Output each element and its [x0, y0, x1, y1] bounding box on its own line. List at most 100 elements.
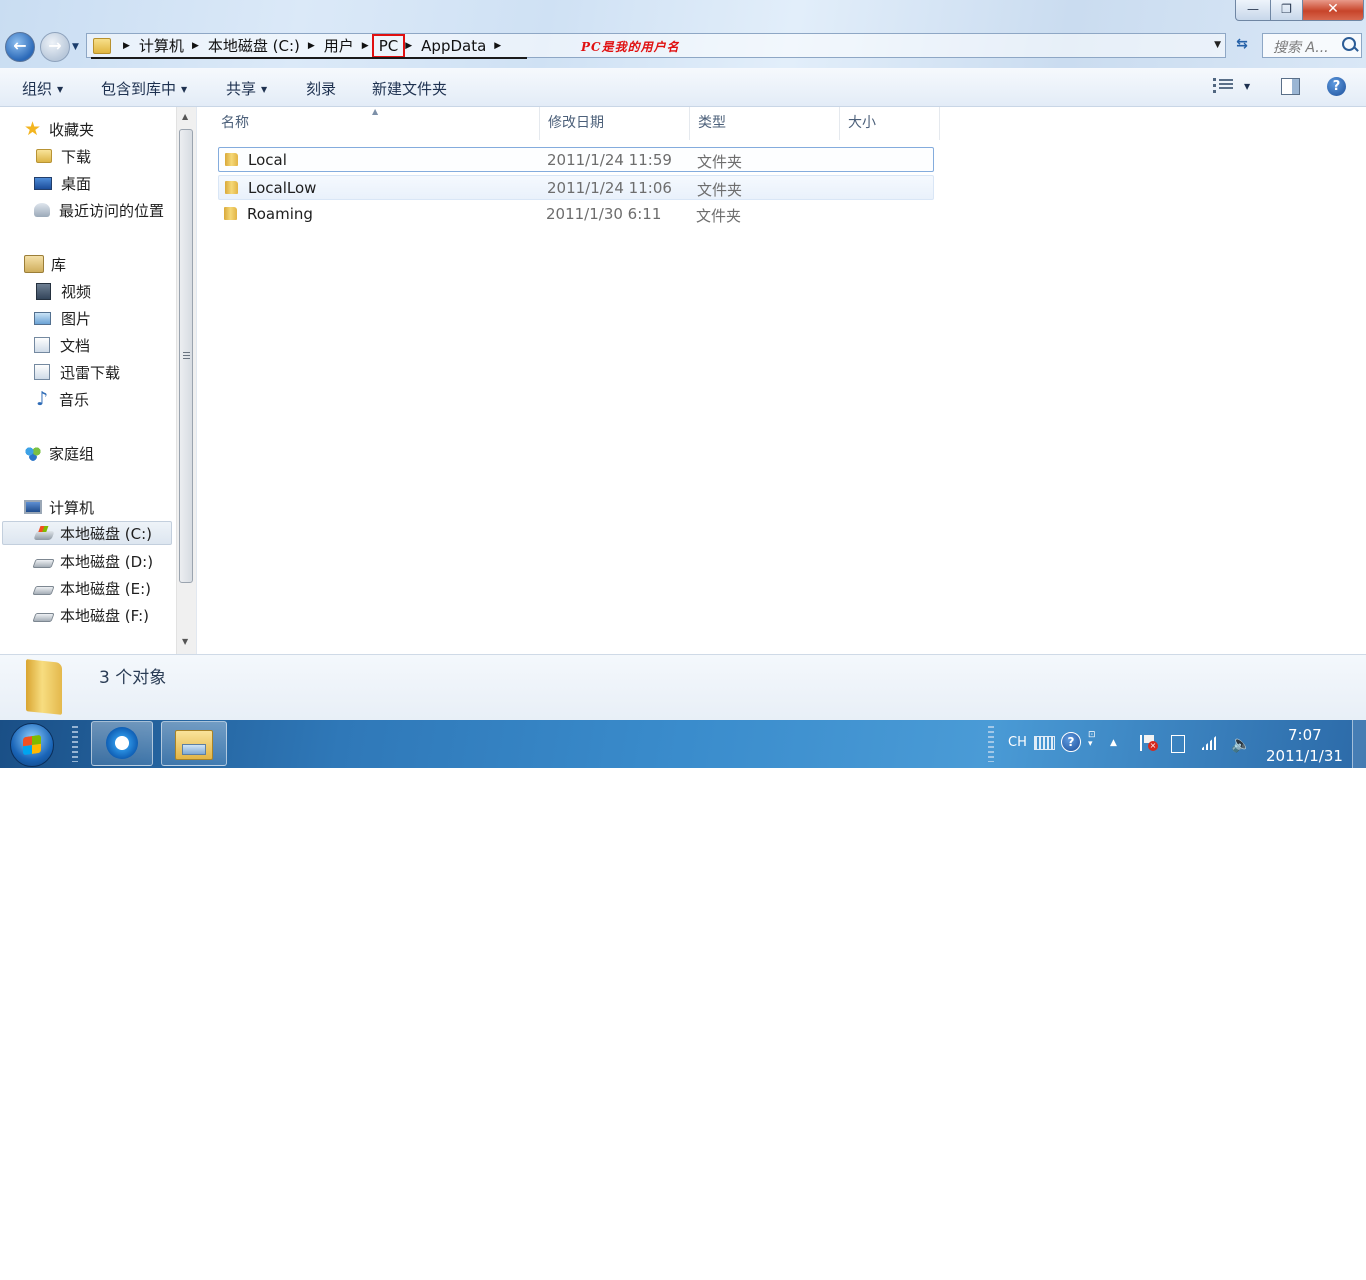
taskbar — [0, 720, 1366, 768]
battery-icon[interactable] — [1171, 735, 1185, 753]
help-icon[interactable]: ? — [1061, 732, 1081, 752]
nav-label: 家庭组 — [49, 444, 95, 463]
new-folder-button[interactable]: 新建文件夹 — [372, 78, 447, 99]
options-icon[interactable]: ⊡ ▾ — [1088, 731, 1098, 751]
nav-documents[interactable]: 文档 — [34, 333, 90, 357]
organize-menu[interactable]: 组织 ▼ — [22, 78, 63, 99]
minimize-button[interactable]: — — [1235, 0, 1271, 21]
keyboard-icon[interactable] — [1034, 736, 1055, 750]
folder-icon — [225, 181, 238, 194]
refresh-button[interactable]: ⇆ — [1230, 36, 1254, 56]
chevron-right-icon[interactable]: ▶ — [300, 41, 324, 51]
include-in-library-menu[interactable]: 包含到库中 ▼ — [101, 78, 187, 99]
search-input[interactable]: 搜索 A... — [1262, 33, 1362, 58]
downloads-folder-icon — [36, 149, 52, 163]
nav-desktop[interactable]: 桌面 — [34, 171, 91, 195]
scroll-thumb[interactable] — [179, 129, 193, 583]
breadcrumb-appdata[interactable]: AppData — [421, 37, 486, 55]
item-count: 3 个对象 — [99, 668, 167, 688]
language-indicator[interactable]: CH — [1008, 735, 1027, 750]
navigation-scrollbar[interactable]: ▲ ▼ — [176, 107, 196, 654]
nav-videos[interactable]: 视频 — [34, 279, 91, 303]
navigation-pane: 收藏夹 下载 桌面 最近访问的位置 库 视频 图片 文档 迅雷下载 音乐 家庭组… — [0, 107, 197, 654]
nav-pictures[interactable]: 图片 — [34, 306, 91, 330]
nav-drive-e[interactable]: 本地磁盘 (E:) — [32, 576, 151, 600]
file-type: 文件夹 — [696, 207, 742, 225]
taskbar-sogou-button[interactable] — [91, 721, 153, 766]
scroll-down-icon[interactable]: ▼ — [182, 637, 188, 646]
burn-button[interactable]: 刻录 — [306, 78, 336, 99]
organize-label: 组织 — [22, 80, 53, 98]
clock-time[interactable]: 7:07 — [1288, 726, 1322, 744]
nav-label: 音乐 — [59, 390, 90, 409]
chevron-down-icon[interactable]: ▼ — [1244, 82, 1250, 91]
column-header-type[interactable]: 类型 — [690, 107, 840, 140]
scroll-up-icon[interactable]: ▲ — [182, 112, 188, 121]
nav-label: 视频 — [61, 282, 92, 301]
recent-pages-dropdown[interactable]: ▼ — [72, 42, 79, 52]
library-icon — [24, 255, 44, 273]
nav-music[interactable]: 音乐 — [34, 387, 89, 411]
document-library-icon — [34, 337, 50, 353]
breadcrumb-computer[interactable]: 计算机 — [139, 35, 184, 56]
nav-label: 文档 — [60, 336, 91, 355]
breadcrumb-pc[interactable]: PC — [371, 33, 406, 58]
chevron-right-icon[interactable]: ▶ — [184, 41, 208, 51]
search-icon[interactable] — [1342, 37, 1356, 51]
nav-label: 计算机 — [49, 498, 95, 517]
file-type: 文件夹 — [697, 181, 743, 199]
help-icon[interactable]: ? — [1327, 77, 1346, 96]
table-row[interactable]: Roaming 2011/1/30 6:11 文件夹 — [218, 202, 934, 227]
hard-drive-icon — [32, 586, 55, 595]
hard-drive-icon — [32, 559, 55, 568]
chevron-down-icon: ▼ — [181, 85, 188, 94]
start-button[interactable] — [10, 723, 54, 767]
title-bar: — ❐ ✕ ← → ▼ ▶ 计算机 ▶ 本地磁盘 (C:) ▶ 用户 ▶ PC … — [0, 0, 1366, 68]
back-button[interactable]: ← — [5, 32, 35, 62]
clock-date[interactable]: 2011/1/31 — [1266, 747, 1343, 765]
nav-recent-places[interactable]: 最近访问的位置 — [34, 198, 164, 222]
nav-xunlei-downloads[interactable]: 迅雷下载 — [34, 360, 120, 384]
action-center-flag-icon[interactable]: × — [1140, 735, 1158, 751]
nav-label: 下载 — [61, 147, 92, 166]
share-menu[interactable]: 共享 ▼ — [226, 78, 267, 99]
preview-pane-icon[interactable] — [1281, 78, 1300, 95]
close-button[interactable]: ✕ — [1302, 0, 1364, 21]
nav-libraries[interactable]: 库 — [24, 252, 66, 276]
column-header-size[interactable]: 大小 — [840, 107, 940, 140]
grip-icon — [183, 352, 190, 360]
nav-computer[interactable]: 计算机 — [24, 495, 94, 519]
nav-favorites[interactable]: 收藏夹 — [24, 117, 94, 141]
show-desktop-button[interactable] — [1352, 720, 1366, 768]
chevron-right-icon[interactable]: ▶ — [405, 41, 421, 51]
volume-icon[interactable]: 🔈 — [1231, 734, 1251, 753]
chevron-right-icon[interactable]: ▶ — [486, 41, 510, 51]
chevron-right-icon[interactable]: ▶ — [115, 41, 139, 51]
table-row[interactable]: LocalLow 2011/1/24 11:06 文件夹 — [218, 175, 934, 200]
nav-drive-c[interactable]: 本地磁盘 (C:) — [2, 521, 172, 545]
tray-grip[interactable] — [988, 726, 994, 762]
nav-drive-d[interactable]: 本地磁盘 (D:) — [32, 549, 154, 573]
nav-drive-f[interactable]: 本地磁盘 (F:) — [32, 603, 149, 627]
breadcrumb-users[interactable]: 用户 — [324, 35, 354, 56]
view-options-icon[interactable] — [1213, 78, 1234, 93]
maximize-button[interactable]: ❐ — [1270, 0, 1303, 21]
explorer-window: — ❐ ✕ ← → ▼ ▶ 计算机 ▶ 本地磁盘 (C:) ▶ 用户 ▶ PC … — [0, 0, 1366, 720]
address-bar[interactable]: ▶ 计算机 ▶ 本地磁盘 (C:) ▶ 用户 ▶ PC ▶ AppData ▶ … — [86, 33, 1226, 59]
chevron-right-icon[interactable]: ▶ — [354, 41, 372, 51]
command-bar: 组织 ▼ 包含到库中 ▼ 共享 ▼ 刻录 新建文件夹 — [0, 68, 1366, 107]
taskbar-explorer-button[interactable] — [161, 721, 227, 766]
taskbar-grip[interactable] — [72, 726, 78, 762]
nav-label: 本地磁盘 (F:) — [60, 606, 149, 625]
show-hidden-icons-icon[interactable]: ▲ — [1110, 738, 1128, 756]
include-in-library-label: 包含到库中 — [101, 80, 177, 98]
nav-downloads[interactable]: 下载 — [34, 144, 91, 168]
address-dropdown[interactable]: ▼ — [1214, 40, 1221, 50]
table-row[interactable]: Local 2011/1/24 11:59 文件夹 — [218, 147, 934, 172]
forward-button[interactable]: → — [40, 32, 70, 62]
breadcrumb-drive-c[interactable]: 本地磁盘 (C:) — [208, 35, 300, 56]
nav-homegroup[interactable]: 家庭组 — [24, 441, 94, 465]
column-header-modified[interactable]: 修改日期 — [540, 107, 690, 140]
nav-label: 本地磁盘 (D:) — [60, 552, 154, 571]
star-icon — [24, 121, 42, 137]
